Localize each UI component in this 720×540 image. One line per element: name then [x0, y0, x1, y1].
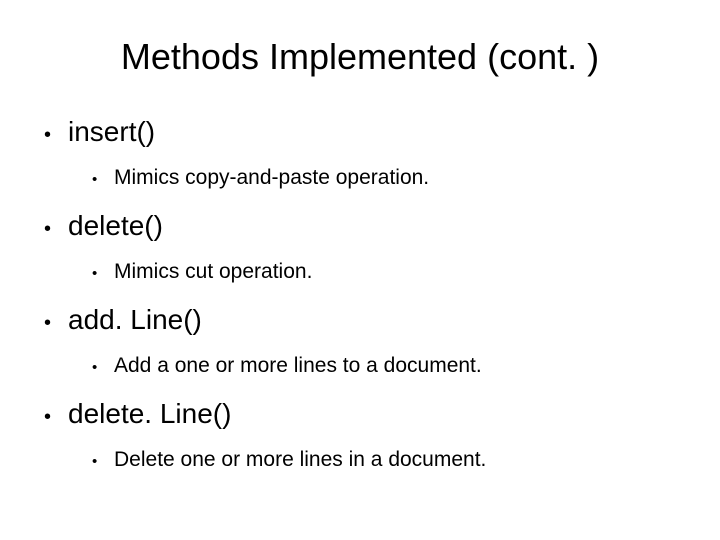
bullet-icon: •	[42, 124, 68, 147]
list-item: • delete. Line()	[42, 398, 690, 430]
method-description: Add a one or more lines to a document.	[114, 354, 482, 378]
method-name: delete()	[68, 210, 163, 242]
list-subitem: • Mimics cut operation.	[92, 260, 690, 284]
list-subitem: • Mimics copy-and-paste operation.	[92, 166, 690, 190]
method-description: Delete one or more lines in a document.	[114, 448, 486, 472]
method-description: Mimics copy-and-paste operation.	[114, 166, 429, 190]
method-description: Mimics cut operation.	[114, 260, 312, 284]
method-name: insert()	[68, 116, 155, 148]
list-subitem: • Delete one or more lines in a document…	[92, 448, 690, 472]
method-name: delete. Line()	[68, 398, 231, 430]
list-subitem: • Add a one or more lines to a document.	[92, 354, 690, 378]
method-name: add. Line()	[68, 304, 202, 336]
bullet-icon: •	[92, 171, 114, 188]
list-item: • insert()	[42, 116, 690, 148]
bullet-icon: •	[42, 218, 68, 241]
bullet-icon: •	[92, 359, 114, 376]
bullet-icon: •	[42, 312, 68, 335]
bullet-icon: •	[92, 265, 114, 282]
bullet-icon: •	[92, 453, 114, 470]
slide-title: Methods Implemented (cont. )	[30, 36, 690, 78]
slide-content: • insert() • Mimics copy-and-paste opera…	[30, 116, 690, 472]
bullet-icon: •	[42, 406, 68, 429]
list-item: • add. Line()	[42, 304, 690, 336]
list-item: • delete()	[42, 210, 690, 242]
